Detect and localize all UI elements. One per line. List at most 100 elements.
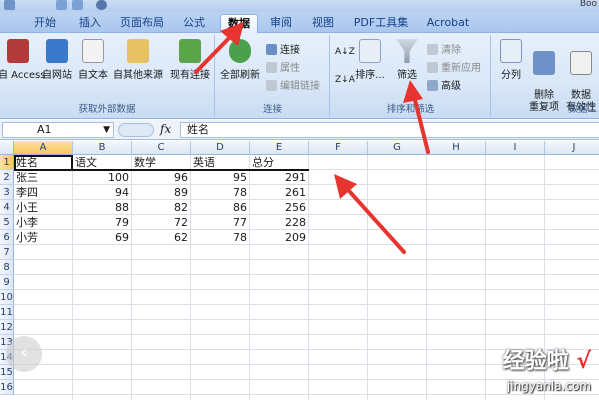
back-circle-button[interactable]: ‹	[6, 336, 42, 372]
table-cell[interactable]: 78	[191, 230, 250, 245]
table-cell[interactable]: 88	[73, 200, 132, 215]
row-header-4[interactable]: 4	[0, 200, 14, 215]
from-access-button[interactable]: 自 Access	[0, 39, 45, 81]
redo-icon[interactable]	[72, 0, 83, 10]
sort-button[interactable]: 排序...	[353, 39, 387, 81]
table-cell[interactable]: 78	[191, 185, 250, 200]
table-cell[interactable]: 72	[132, 215, 191, 230]
text-to-columns-button[interactable]: 分列	[496, 39, 526, 81]
tab-insert[interactable]: 插入	[70, 14, 110, 33]
checkmark-icon: √	[576, 349, 591, 374]
help-icon[interactable]	[96, 0, 107, 10]
row-header-8[interactable]: 8	[0, 260, 14, 275]
header-cell[interactable]: 语文	[73, 155, 132, 170]
table-cell[interactable]: 小王	[14, 200, 73, 215]
clear-filter-button[interactable]: 清除	[427, 41, 461, 56]
column-header-h[interactable]: H	[427, 141, 486, 155]
table-cell[interactable]: 小李	[14, 215, 73, 230]
name-box[interactable]: A1 ▼	[2, 122, 114, 138]
column-header-b[interactable]: B	[73, 141, 132, 155]
row-header-12[interactable]: 12	[0, 320, 14, 335]
tab-data[interactable]: 数据	[220, 14, 258, 33]
tab-home[interactable]: 开始	[26, 14, 64, 33]
row-header-3[interactable]: 3	[0, 185, 14, 200]
tab-pdf-tools[interactable]: PDF工具集	[346, 14, 416, 33]
select-all-corner[interactable]	[0, 141, 14, 155]
row-header-5[interactable]: 5	[0, 215, 14, 230]
header-cell[interactable]: 数学	[132, 155, 191, 170]
table-cell[interactable]: 261	[250, 185, 309, 200]
properties-button[interactable]: 属性	[266, 59, 300, 74]
existing-connections-button[interactable]: 现有连接	[168, 39, 212, 81]
grid-hline	[14, 334, 599, 335]
tab-review[interactable]: 审阅	[262, 14, 300, 33]
watermark-title: 经验啦 √	[502, 349, 591, 374]
row-header-2[interactable]: 2	[0, 170, 14, 185]
filter-button[interactable]: 筛选	[391, 39, 423, 81]
connections-button[interactable]: 连接	[266, 41, 300, 56]
globe-icon	[46, 39, 68, 63]
table-cell[interactable]: 69	[73, 230, 132, 245]
table-cell[interactable]: 291	[250, 170, 309, 185]
row-header-7[interactable]: 7	[0, 245, 14, 260]
table-cell[interactable]: 李四	[14, 185, 73, 200]
tab-page-layout[interactable]: 页面布局	[114, 14, 170, 33]
header-cell[interactable]: 总分	[250, 155, 309, 170]
group-label-external-data: 获取外部数据	[78, 104, 136, 115]
table-cell[interactable]: 95	[191, 170, 250, 185]
refresh-all-button[interactable]: 全部刷新	[218, 39, 262, 81]
table-cell[interactable]: 89	[132, 185, 191, 200]
document-title: Boo	[579, 0, 597, 9]
chevron-down-icon[interactable]: ▼	[103, 123, 110, 137]
formula-input[interactable]: 姓名	[180, 122, 599, 138]
office-button-icon[interactable]	[4, 0, 15, 10]
column-header-a[interactable]: A	[14, 141, 73, 155]
header-cell[interactable]: 英语	[191, 155, 250, 170]
reapply-button[interactable]: 重新应用	[427, 59, 481, 74]
row-header-1[interactable]: 1	[0, 155, 14, 170]
table-cell[interactable]: 62	[132, 230, 191, 245]
undo-icon[interactable]	[56, 0, 67, 10]
table-cell[interactable]: 256	[250, 200, 309, 215]
table-cell[interactable]: 94	[73, 185, 132, 200]
table-cell[interactable]: 100	[73, 170, 132, 185]
insert-function-icon[interactable]: fx	[160, 122, 171, 136]
row-header-16[interactable]: 16	[0, 380, 14, 395]
from-web-button[interactable]: 自网站	[40, 39, 74, 81]
row-header-6[interactable]: 6	[0, 230, 14, 245]
sort-ascending-button[interactable]: A↓Z	[335, 47, 355, 57]
from-other-sources-button[interactable]: 自其他来源	[112, 39, 164, 81]
column-header-c[interactable]: C	[132, 141, 191, 155]
tab-acrobat[interactable]: Acrobat	[420, 14, 476, 33]
from-text-button[interactable]: 自文本	[76, 39, 110, 81]
table-cell[interactable]: 86	[191, 200, 250, 215]
column-header-f[interactable]: F	[309, 141, 368, 155]
column-header-d[interactable]: D	[191, 141, 250, 155]
grid-hline	[14, 259, 599, 260]
formula-bar-expander[interactable]	[118, 123, 154, 137]
column-header-g[interactable]: G	[368, 141, 427, 155]
edit-links-button[interactable]: 编辑链接	[266, 77, 320, 92]
tab-view[interactable]: 视图	[304, 14, 342, 33]
table-cell[interactable]: 77	[191, 215, 250, 230]
column-header-e[interactable]: E	[250, 141, 309, 155]
advanced-filter-button[interactable]: 高级	[427, 77, 461, 92]
column-header-j[interactable]: J	[545, 141, 599, 155]
table-cell[interactable]: 228	[250, 215, 309, 230]
table-cell[interactable]: 张三	[14, 170, 73, 185]
sort-descending-button[interactable]: Z↓A	[335, 75, 355, 85]
sort-icon	[359, 39, 381, 63]
table-cell[interactable]: 209	[250, 230, 309, 245]
active-cell-a1[interactable]	[14, 155, 73, 171]
row-header-9[interactable]: 9	[0, 275, 14, 290]
table-cell[interactable]: 96	[132, 170, 191, 185]
row-header-10[interactable]: 10	[0, 290, 14, 305]
title-bar: Boo	[0, 0, 599, 12]
column-header-i[interactable]: I	[486, 141, 545, 155]
table-cell[interactable]: 小芳	[14, 230, 73, 245]
table-cell[interactable]: 82	[132, 200, 191, 215]
group-sort-filter: A↓Z Z↓A 排序... 筛选 清除 重新应用 高级 排序和筛选	[331, 35, 491, 117]
tab-formulas[interactable]: 公式	[174, 14, 214, 33]
table-cell[interactable]: 79	[73, 215, 132, 230]
row-header-11[interactable]: 11	[0, 305, 14, 320]
